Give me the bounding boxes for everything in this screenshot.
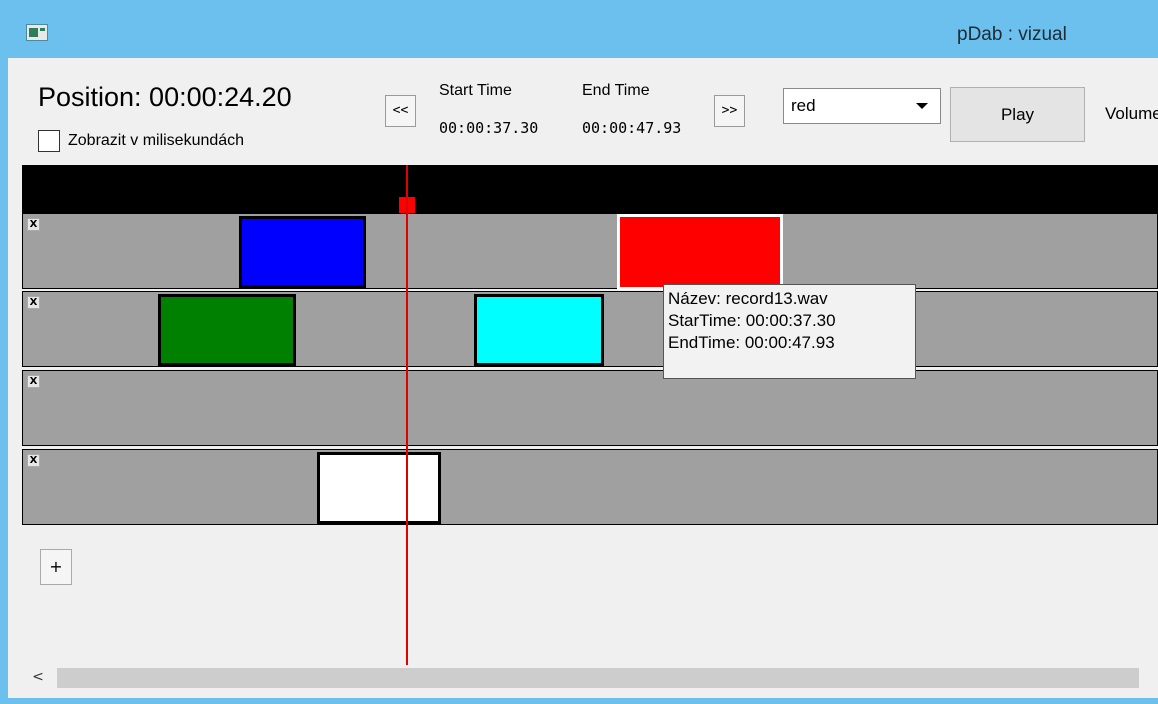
chevron-down-icon bbox=[916, 103, 928, 109]
start-time-value: 00:00:37.30 bbox=[439, 119, 539, 137]
position-readout: Position: 00:00:24.20 bbox=[38, 82, 292, 112]
scroll-left-icon[interactable]: < bbox=[22, 666, 54, 688]
track-row[interactable]: X bbox=[22, 449, 1158, 525]
clip-green[interactable] bbox=[158, 294, 296, 366]
remove-track-button[interactable]: X bbox=[27, 296, 40, 309]
playhead-line bbox=[406, 165, 408, 665]
volume-label: Volume bbox=[1105, 104, 1158, 123]
window-title: pDab : vizual bbox=[957, 24, 1067, 45]
remove-track-button[interactable]: X bbox=[27, 454, 40, 467]
main-window: Position: 00:00:24.20 Zobrazit v milisek… bbox=[8, 58, 1158, 698]
track-row[interactable]: X bbox=[22, 370, 1158, 446]
clip-cyan[interactable] bbox=[474, 294, 604, 366]
start-time-label: Start Time bbox=[439, 82, 512, 99]
remove-track-button[interactable]: X bbox=[27, 218, 40, 231]
tooltip-start-time: StarTime: 00:00:37.30 bbox=[668, 311, 836, 330]
next-clip-button[interactable]: >> bbox=[714, 95, 745, 127]
add-track-button[interactable]: + bbox=[40, 549, 72, 585]
color-select-value: red bbox=[791, 96, 816, 115]
milliseconds-checkbox[interactable] bbox=[38, 130, 60, 152]
tooltip-name: Název: record13.wav bbox=[668, 289, 828, 308]
end-time-value: 00:00:47.93 bbox=[582, 119, 682, 137]
track-row[interactable]: X bbox=[22, 291, 1158, 367]
milliseconds-checkbox-label[interactable]: Zobrazit v milisekundách bbox=[68, 132, 244, 150]
clip-red-selected[interactable] bbox=[617, 214, 783, 290]
clip-blue[interactable] bbox=[239, 216, 366, 288]
play-button[interactable]: Play bbox=[950, 87, 1085, 142]
horizontal-scrollbar[interactable]: < bbox=[22, 666, 1158, 688]
scrollbar-thumb[interactable] bbox=[57, 668, 1139, 688]
color-select[interactable]: red bbox=[783, 88, 941, 124]
end-time-label: End Time bbox=[582, 82, 650, 99]
timeline-ruler[interactable] bbox=[22, 165, 1158, 213]
tooltip-end-time: EndTime: 00:00:47.93 bbox=[668, 333, 835, 352]
track-row[interactable]: X bbox=[22, 213, 1158, 290]
app-icon[interactable] bbox=[26, 24, 48, 41]
clip-tooltip: Název: record13.wav StarTime: 00:00:37.3… bbox=[663, 284, 916, 379]
title-bar: pDab : vizual bbox=[0, 0, 1158, 58]
clip-white[interactable] bbox=[317, 452, 441, 524]
remove-track-button[interactable]: X bbox=[27, 375, 40, 388]
previous-clip-button[interactable]: << bbox=[385, 95, 416, 127]
